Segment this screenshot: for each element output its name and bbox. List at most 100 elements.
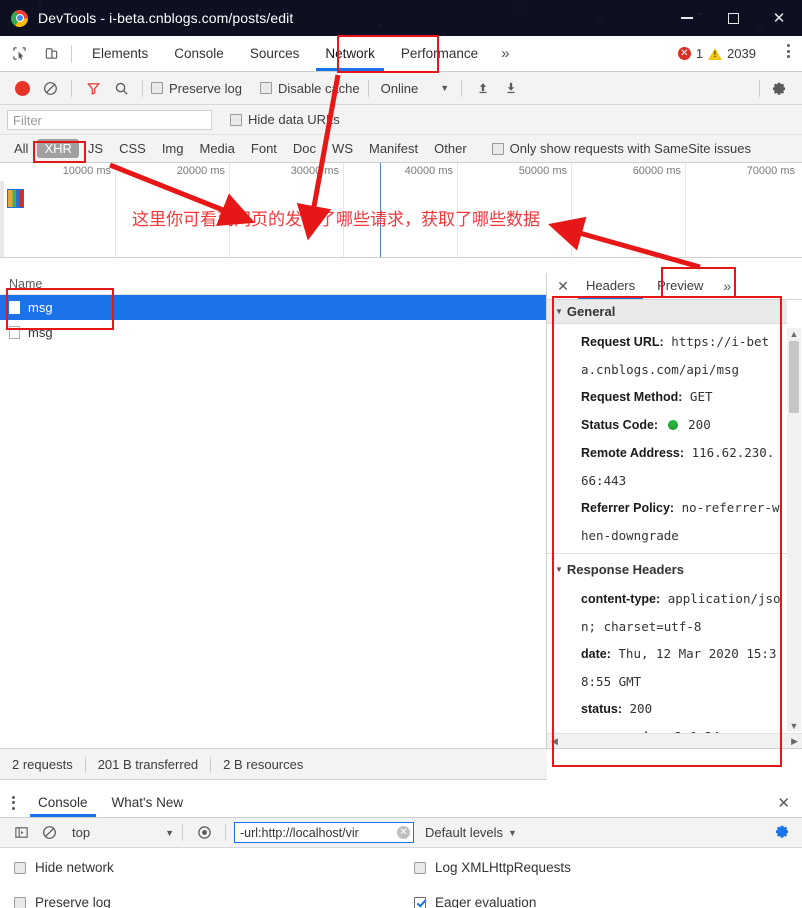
requests-count: 2 requests	[12, 756, 73, 772]
close-drawer-icon[interactable]: ✕	[777, 794, 790, 812]
type-filter-font[interactable]: Font	[244, 139, 284, 158]
transferred-size: 201 B transferred	[97, 756, 199, 772]
drawer-tab-console[interactable]: Console	[26, 788, 100, 817]
tab-headers[interactable]: Headers	[575, 273, 646, 299]
network-content: Name msg msg ✕ Headers Preview » ▼ Gener…	[0, 273, 802, 749]
triangle-down-icon: ▼	[555, 565, 563, 574]
network-settings-gear-icon[interactable]	[766, 75, 792, 101]
detail-vertical-scrollbar[interactable]: ▲ ▼	[787, 328, 801, 732]
close-button[interactable]: ✕	[756, 0, 802, 36]
more-tabs-icon[interactable]: »	[491, 45, 519, 62]
preserve-log-console-box	[14, 896, 26, 908]
hide-data-urls-checkbox[interactable]: Hide data URLs	[230, 112, 340, 127]
hide-network-checkbox[interactable]: Hide network	[14, 860, 414, 875]
tab-console[interactable]: Console	[161, 36, 237, 71]
tab-elements[interactable]: Elements	[79, 36, 161, 71]
console-sidebar-icon[interactable]	[8, 820, 34, 846]
chrome-logo-icon	[11, 9, 28, 27]
document-icon	[9, 326, 20, 339]
clear-filter-icon[interactable]: ✕	[397, 826, 410, 839]
header-row: Remote Address: 116.62.230.66:443	[581, 439, 781, 494]
network-filter-input[interactable]: Filter	[7, 109, 212, 130]
console-settings-gear-icon[interactable]	[774, 823, 790, 843]
network-filter-row: Filter Hide data URLs	[0, 105, 802, 135]
execution-context-select[interactable]: top ▼	[64, 825, 174, 840]
header-row: content-type: application/json; charset=…	[581, 585, 781, 640]
tab-preview[interactable]: Preview	[646, 273, 714, 299]
search-icon[interactable]	[108, 75, 134, 101]
disable-cache-checkbox[interactable]: Disable cache	[259, 81, 360, 96]
window-title: DevTools - i-beta.cnblogs.com/posts/edit	[38, 10, 294, 26]
header-key: Request Method:	[581, 390, 683, 404]
table-row[interactable]: msg	[0, 320, 546, 345]
header-key: date:	[581, 647, 611, 661]
devtools-menu-icon[interactable]	[787, 44, 790, 61]
issue-counters[interactable]: ✕ 1 2039	[677, 36, 756, 71]
tab-performance[interactable]: Performance	[388, 36, 491, 71]
header-value: 2.0.24	[675, 729, 720, 733]
device-toolbar-icon[interactable]	[38, 41, 64, 67]
tab-sources[interactable]: Sources	[237, 36, 313, 71]
type-filter-css[interactable]: CSS	[112, 139, 153, 158]
header-key: Status Code:	[581, 418, 659, 432]
clear-requests-icon[interactable]	[37, 75, 63, 101]
drawer-tab-whats-new[interactable]: What's New	[100, 788, 196, 817]
screenshot-thumbnail[interactable]	[7, 189, 24, 208]
tab-network[interactable]: Network	[312, 36, 388, 71]
type-filter-ws[interactable]: WS	[325, 139, 360, 158]
import-har-icon[interactable]	[470, 75, 496, 101]
overview-tick-label: 60000 ms	[632, 165, 681, 177]
type-filter-img[interactable]: Img	[155, 139, 191, 158]
live-expression-icon[interactable]	[191, 820, 217, 846]
header-row: date: Thu, 12 Mar 2020 15:38:55 GMT	[581, 640, 781, 695]
scroll-up-icon[interactable]: ▲	[790, 328, 799, 340]
scroll-right-icon[interactable]: ▶	[791, 736, 798, 747]
overview-left-gutter	[0, 181, 4, 257]
type-filter-doc[interactable]: Doc	[286, 139, 323, 158]
response-headers-section-header[interactable]: ▼ Response Headers	[547, 553, 787, 581]
console-filter-input[interactable]: -url:http://localhost/vir ✕	[234, 822, 414, 843]
preserve-log-checkbox[interactable]: Preserve log	[151, 81, 242, 96]
execution-context-value: top	[72, 825, 91, 840]
type-filter-media[interactable]: Media	[192, 139, 241, 158]
type-filter-js[interactable]: JS	[81, 139, 110, 158]
export-har-icon[interactable]	[498, 75, 524, 101]
minimize-button[interactable]	[664, 0, 710, 36]
record-button[interactable]	[9, 75, 35, 101]
type-filter-xhr[interactable]: XHR	[37, 139, 79, 158]
clear-console-icon[interactable]	[36, 820, 62, 846]
type-filter-other[interactable]: Other	[427, 139, 474, 158]
log-levels-select[interactable]: Default levels ▼	[425, 825, 517, 840]
warning-count: 2039	[727, 46, 756, 61]
overview-tick-label: 40000 ms	[404, 165, 453, 177]
maximize-button[interactable]	[710, 0, 756, 36]
document-icon	[9, 301, 20, 314]
hide-network-box	[14, 861, 26, 874]
filter-icon[interactable]	[80, 75, 106, 101]
table-row[interactable]: msg	[0, 295, 546, 320]
inspect-element-icon[interactable]	[6, 41, 32, 67]
preserve-log-box	[151, 82, 163, 94]
header-row: Request URL: https://i-beta.cnblogs.com/…	[581, 328, 781, 383]
detail-horizontal-scrollbar[interactable]: ◀ ▶	[547, 733, 802, 748]
more-detail-tabs-icon[interactable]: »	[714, 278, 740, 294]
log-levels-value: Default levels	[425, 825, 504, 840]
scroll-down-icon[interactable]: ▼	[790, 720, 799, 732]
request-detail-panel: ✕ Headers Preview » ▼ General Request UR…	[547, 273, 802, 748]
eager-evaluation-checkbox[interactable]: Eager evaluation	[414, 895, 802, 908]
preserve-log-console-checkbox[interactable]: Preserve log	[14, 895, 414, 908]
request-list-column-name[interactable]: Name	[0, 273, 546, 295]
type-filter-manifest[interactable]: Manifest	[362, 139, 425, 158]
drawer-menu-icon[interactable]	[0, 795, 26, 810]
samesite-issues-checkbox[interactable]: Only show requests with SameSite issues	[491, 141, 751, 156]
header-row: x-app-version: 2.0.24	[581, 723, 781, 733]
throttling-select[interactable]: Online ▼	[377, 81, 454, 96]
scroll-left-icon[interactable]: ◀	[551, 736, 558, 747]
request-name: msg	[28, 300, 53, 315]
general-section-header[interactable]: ▼ General	[547, 300, 787, 324]
close-detail-icon[interactable]: ✕	[551, 278, 575, 295]
header-key: Remote Address:	[581, 446, 685, 460]
type-filter-all[interactable]: All	[7, 139, 35, 158]
log-xhr-checkbox[interactable]: Log XMLHttpRequests	[414, 860, 802, 875]
chevron-down-icon: ▼	[165, 827, 174, 838]
